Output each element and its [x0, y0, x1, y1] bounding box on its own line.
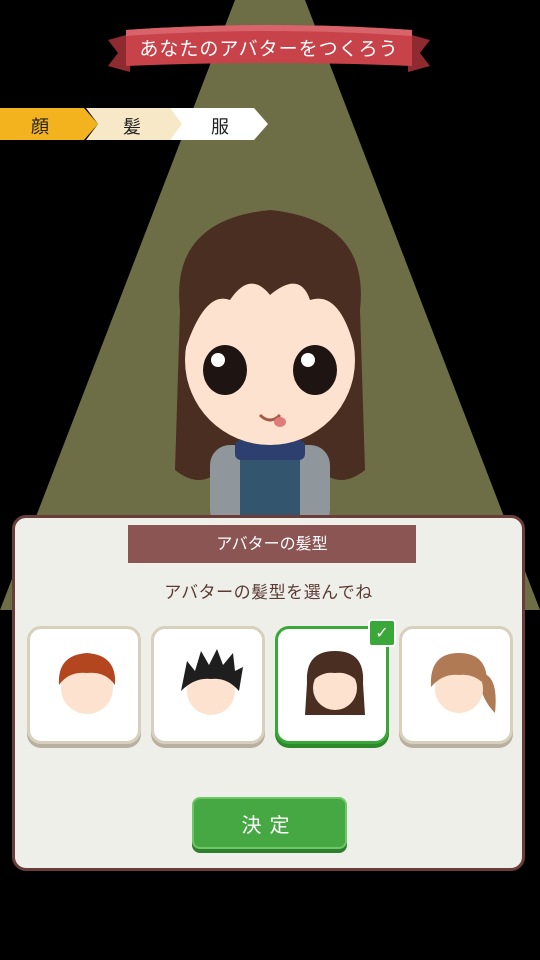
hairstyle-panel: アバターの髪型 アバターの髪型を選んでね ✓ 決定 — [12, 515, 525, 871]
checkmark-icon: ✓ — [368, 619, 396, 647]
step-face-label: 顔 — [31, 117, 49, 138]
hairstyle-option-4[interactable] — [399, 626, 513, 744]
title-ribbon: あなたのアバターをつくろう — [108, 20, 430, 80]
step-indicator: 顔 髪 服 — [0, 108, 280, 140]
bob-dark-brown-hair-icon — [305, 651, 365, 715]
step-clothes[interactable]: 服 — [170, 108, 270, 140]
step-clothes-label: 服 — [211, 117, 229, 138]
panel-instruction: アバターの髪型を選んでね — [164, 583, 373, 603]
hairstyle-option-1[interactable] — [27, 626, 141, 744]
step-face[interactable]: 顔 — [0, 108, 100, 140]
confirm-button[interactable]: 決定 — [192, 797, 347, 849]
ponytail-light-brown-hair-icon — [430, 653, 496, 713]
hairstyle-option-2[interactable] — [151, 626, 265, 744]
spiky-black-hair-icon — [181, 649, 243, 715]
hairstyle-option-3[interactable]: ✓ — [275, 619, 396, 744]
step-hair-label: 髪 — [123, 117, 141, 138]
page-title: あなたのアバターをつくろう — [139, 38, 399, 60]
avatar-preview — [175, 210, 365, 530]
hairstyle-options: ✓ — [27, 619, 517, 751]
panel-header: アバターの髪型 — [128, 525, 416, 563]
short-brown-hair-icon — [58, 653, 116, 714]
